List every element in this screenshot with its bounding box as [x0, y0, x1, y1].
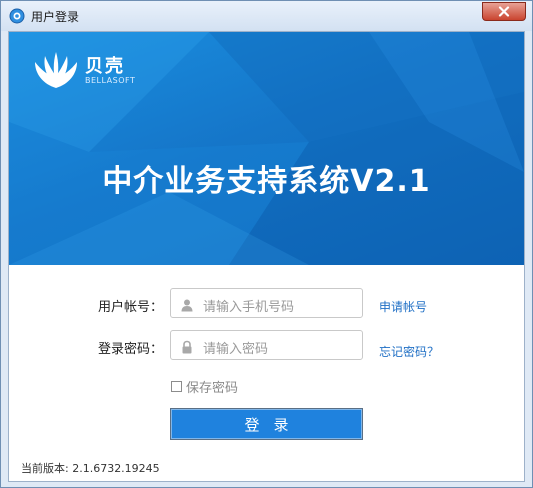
- banner: 贝壳 BELLASOFT 中介业务支持系统V2.1: [9, 32, 524, 265]
- user-icon: [180, 297, 194, 312]
- window-title: 用户登录: [31, 10, 80, 24]
- password-input[interactable]: 请输入密码: [170, 330, 363, 360]
- system-title: 中介业务支持系统V2.1: [102, 164, 431, 199]
- lock-icon: [180, 339, 194, 354]
- brand-name: 贝壳: [85, 56, 125, 77]
- password-label: 登录密码：: [97, 342, 163, 357]
- close-button[interactable]: [482, 2, 526, 21]
- login-button[interactable]: 登录: [170, 408, 363, 440]
- register-link[interactable]: 申请帐号: [379, 298, 427, 315]
- title-bar[interactable]: 用户登录: [1, 1, 532, 31]
- remember-password[interactable]: 保存密码: [171, 377, 238, 396]
- forgot-password-link[interactable]: 忘记密码？: [379, 343, 439, 360]
- password-placeholder: 请输入密码: [203, 342, 269, 357]
- login-window: 用户登录 贝壳 BELLASOFT 中介业务支持系统V2.1 用户帐号： 请输入…: [0, 0, 533, 488]
- login-button-label: 登录: [244, 415, 303, 434]
- remember-checkbox[interactable]: [171, 381, 182, 392]
- account-input[interactable]: 请输入手机号码: [170, 288, 363, 318]
- content-area: 贝壳 BELLASOFT 中介业务支持系统V2.1 用户帐号： 请输入手机号码 …: [8, 31, 525, 482]
- version-text: 当前版本: 2.1.6732.19245: [21, 462, 160, 475]
- account-label: 用户帐号：: [97, 300, 163, 315]
- account-placeholder: 请输入手机号码: [203, 300, 295, 315]
- app-icon: [9, 8, 25, 24]
- remember-label: 保存密码: [186, 381, 239, 396]
- brand-subtitle: BELLASOFT: [85, 76, 136, 85]
- bellasoft-logo-icon: [31, 50, 81, 90]
- close-icon: [498, 2, 510, 21]
